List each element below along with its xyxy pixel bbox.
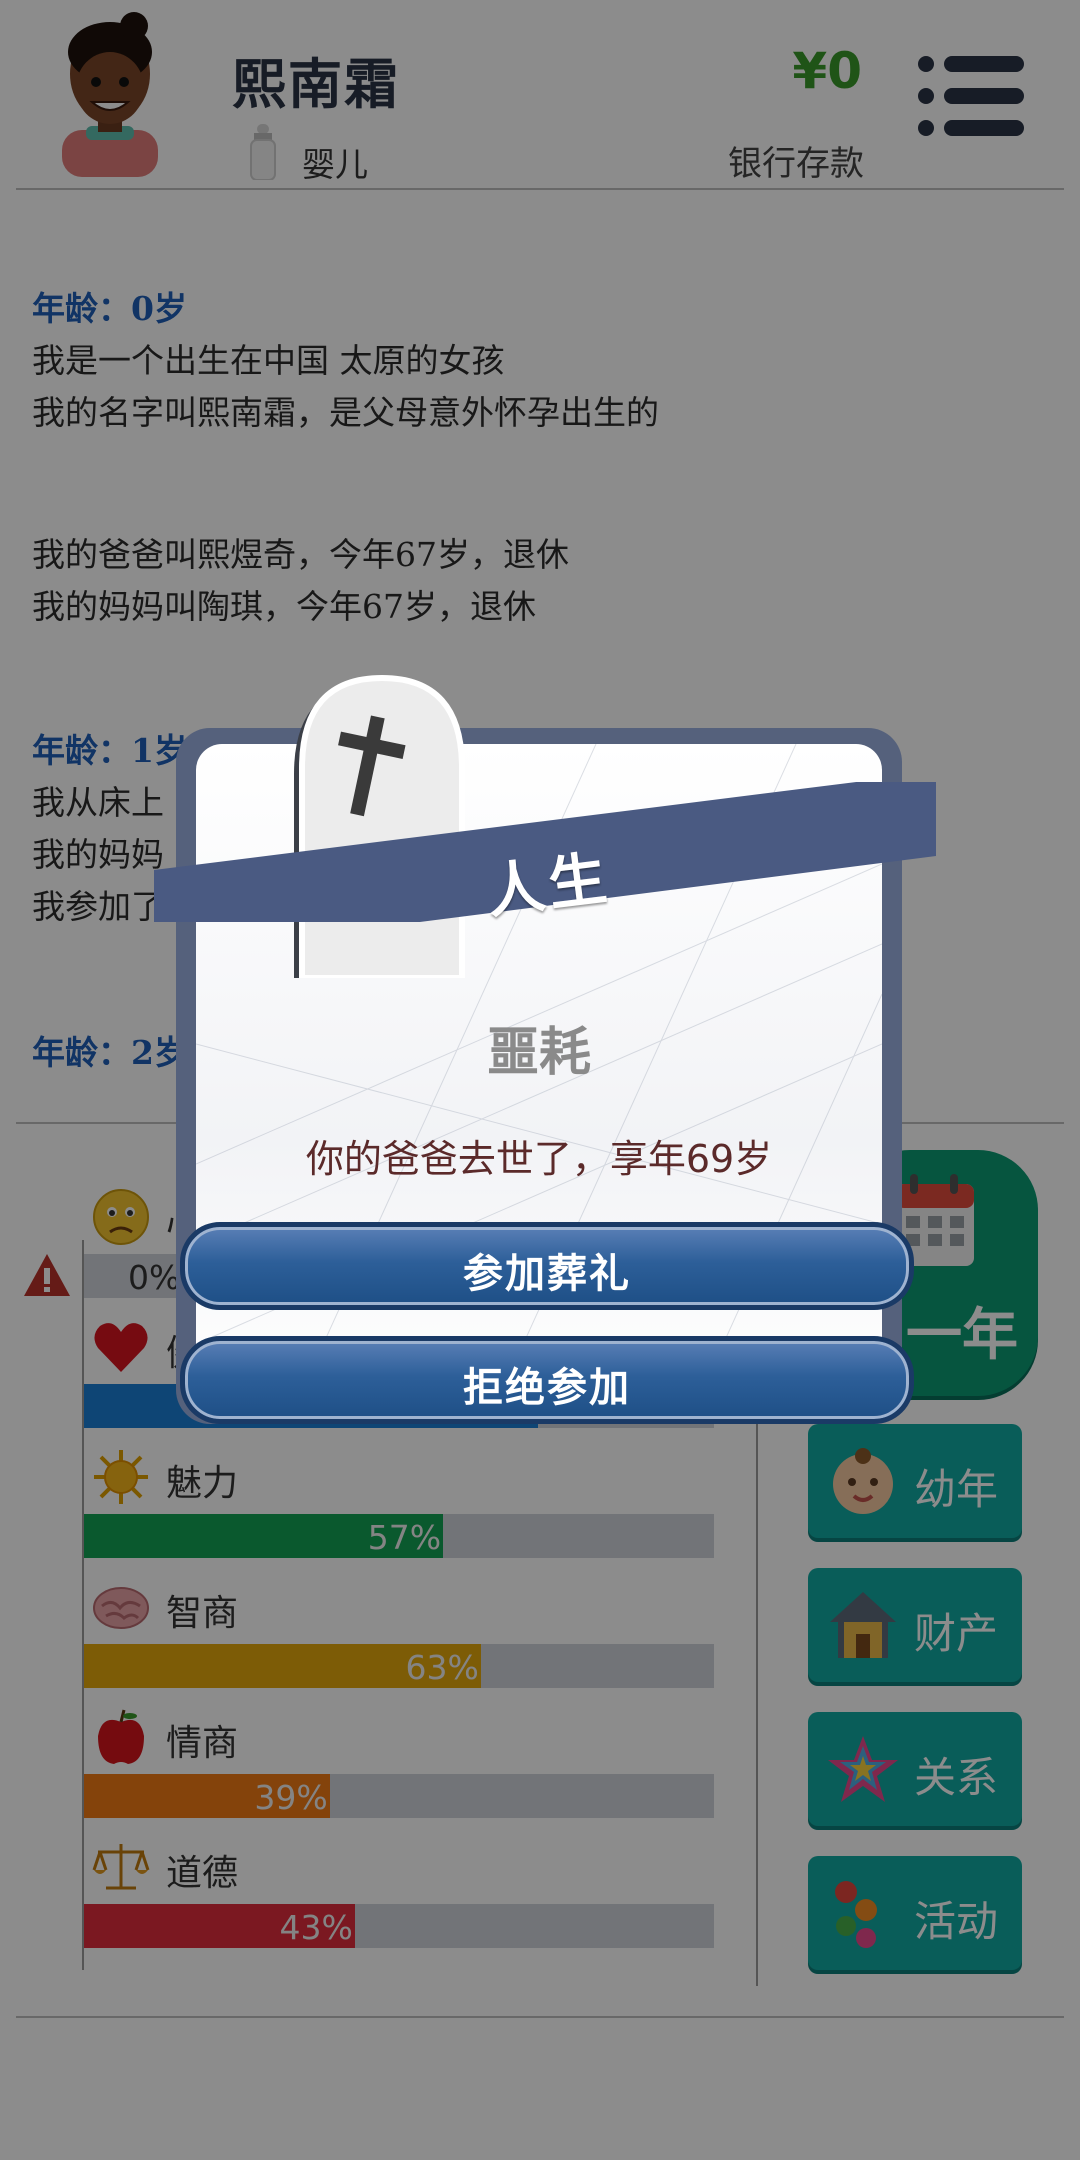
attend-funeral-button[interactable]: 参加葬礼 (180, 1222, 914, 1310)
dialog-title: 噩耗 (486, 1023, 591, 1083)
attend-funeral-label: 参加葬礼 (463, 1251, 631, 1297)
decline-label: 拒绝参加 (463, 1365, 631, 1411)
event-dialog: 人生 噩耗 你的爸爸去世了，享年69岁 参加葬礼 拒绝参加 (154, 674, 936, 1424)
decline-button[interactable]: 拒绝参加 (180, 1336, 914, 1424)
dialog-message: 你的爸爸去世了，享年69岁 (305, 1137, 773, 1181)
banner-title: 人生 (482, 843, 615, 927)
